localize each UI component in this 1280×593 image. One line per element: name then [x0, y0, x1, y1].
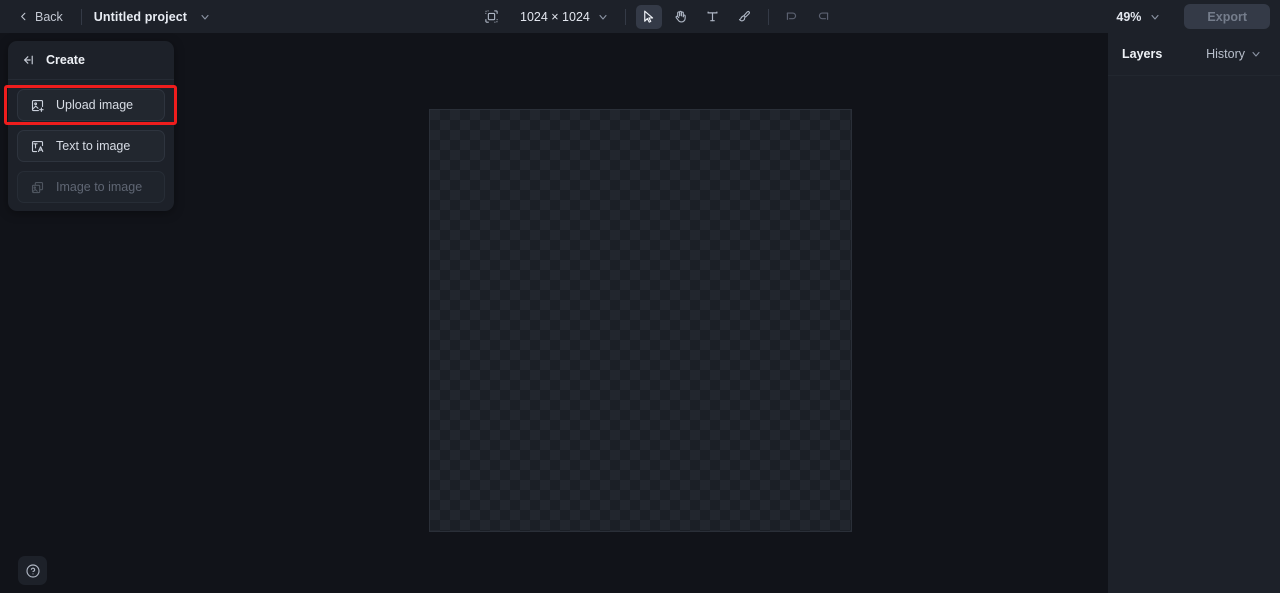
layers-list[interactable] [1108, 76, 1280, 593]
redo-arrow-icon [816, 9, 831, 24]
undo-arrow-icon [784, 9, 799, 24]
undo-button[interactable] [779, 5, 805, 29]
zoom-chevron-down-icon [1149, 11, 1161, 23]
create-options-list: Upload image Text to image Image to imag… [8, 80, 174, 203]
select-tool-button[interactable] [635, 4, 662, 29]
help-button[interactable] [18, 556, 47, 585]
zoom-level-selector[interactable]: 49% [1109, 7, 1168, 27]
export-button[interactable]: Export [1184, 4, 1270, 29]
drawing-tools-group [635, 4, 758, 29]
text-t-icon [705, 9, 720, 24]
toolbar-left-group: Back Untitled project [12, 0, 215, 33]
toolbar-center-group: 1024 × 1024 [478, 0, 837, 33]
toolbar-divider-3 [767, 8, 769, 25]
toolbar-right-group: 49% Export [1109, 0, 1270, 33]
canvas-size-chevron-down-icon [597, 11, 609, 23]
text-to-image-button[interactable]: Text to image [17, 130, 165, 162]
paint-brush-icon [737, 9, 752, 24]
text-to-image-label: Text to image [56, 139, 131, 153]
create-panel-header: Create [8, 41, 174, 80]
canvas-size-value: 1024 × 1024 [520, 9, 590, 24]
upload-image-button[interactable]: Upload image [17, 89, 165, 121]
create-panel: Create Upload image Text to image Image … [8, 41, 174, 211]
history-chevron-down-icon [1250, 48, 1262, 60]
history-label: History [1206, 47, 1245, 61]
image-to-image-button[interactable]: Image to image [17, 171, 165, 203]
toolbar-divider-2 [624, 8, 626, 25]
upload-image-label: Upload image [56, 98, 134, 112]
top-toolbar: Back Untitled project 1024 × 1024 49% Ex… [0, 0, 1280, 33]
hand-icon [673, 9, 688, 24]
text-tool-button[interactable] [700, 5, 726, 29]
chevron-left-icon [18, 11, 29, 22]
canvas-size-selector[interactable]: 1024 × 1024 [514, 7, 615, 27]
question-mark-circle-icon [25, 563, 41, 579]
hand-tool-button[interactable] [668, 5, 694, 29]
toolbar-divider [80, 8, 82, 25]
layers-panel-header: Layers History [1108, 33, 1280, 76]
layers-title: Layers [1122, 47, 1163, 61]
zoom-level-value: 49% [1116, 9, 1142, 24]
transparent-artboard[interactable] [430, 110, 851, 531]
project-menu-chevron-down-icon[interactable] [195, 7, 215, 27]
cursor-arrow-icon [641, 9, 656, 24]
redo-button[interactable] [811, 5, 837, 29]
history-button[interactable]: History [1202, 44, 1266, 64]
project-title: Untitled project [93, 9, 188, 24]
back-button[interactable]: Back [12, 6, 69, 28]
right-sidebar: Layers History [1108, 33, 1280, 593]
collapse-panel-icon[interactable] [22, 53, 36, 67]
app-root: Back Untitled project 1024 × 1024 49% Ex… [0, 0, 1280, 593]
create-panel-title: Create [46, 53, 85, 67]
upload-image-icon [30, 98, 45, 113]
history-tools-group [779, 5, 837, 29]
image-to-image-icon [30, 180, 45, 195]
image-to-image-label: Image to image [56, 180, 143, 194]
back-label: Back [35, 9, 63, 24]
text-to-image-icon [30, 139, 45, 154]
canvas-resize-icon[interactable] [478, 5, 504, 29]
brush-tool-button[interactable] [732, 5, 758, 29]
